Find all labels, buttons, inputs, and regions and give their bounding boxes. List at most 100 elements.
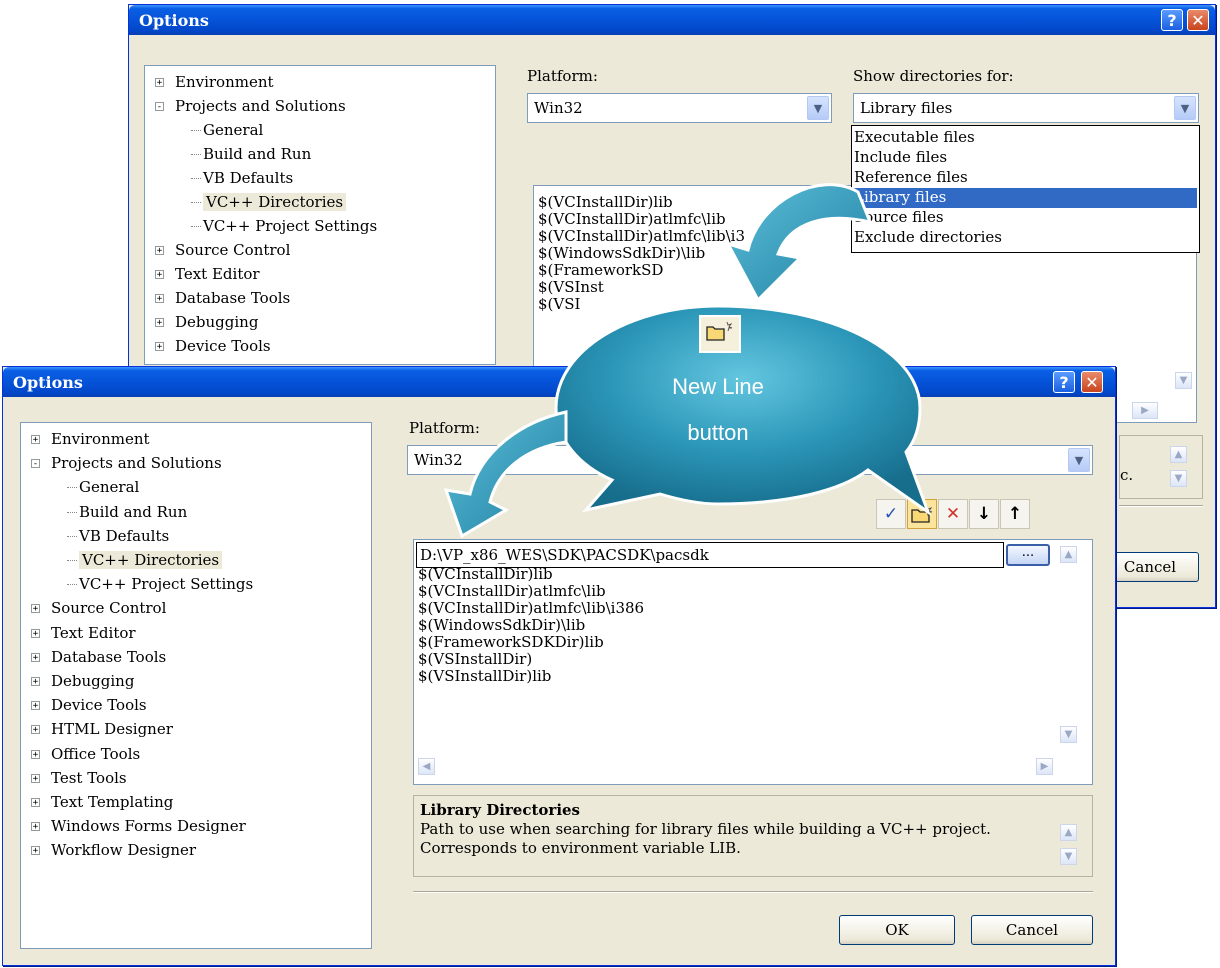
back-desc-scroll-up[interactable]: ▲ [1170,446,1187,463]
tree-item[interactable]: + Source Control [31,598,166,618]
ok-button[interactable]: OK [839,915,955,945]
dropdown-option[interactable]: Include files [854,148,1197,168]
expand-icon[interactable]: + [155,342,164,352]
tree-item[interactable]: VB Defaults [191,168,293,188]
dropdown-option[interactable]: Executable files [854,128,1197,148]
back-category-tree[interactable]: + Environment - Projects and Solutions Gener… [144,65,496,365]
directory-entry[interactable]: $(WindowsSdkDir)\lib [418,617,585,634]
tree-item[interactable]: VB Defaults [67,526,169,546]
tree-item[interactable]: + Debugging [31,671,134,691]
check-icon[interactable]: ✓ [876,499,906,529]
front-list-scroll-up[interactable]: ▲ [1060,546,1077,563]
expand-icon[interactable]: + [31,846,40,856]
front-directory-list[interactable]: D:\VP_x86_WES\SDK\PACSDK\pacsdk ... ▲ ▼ … [413,539,1093,785]
expand-icon[interactable]: + [31,701,40,711]
tree-item[interactable]: + Text Templating [31,792,173,812]
directory-entry[interactable]: $(VCInstallDir)atlmfc\lib [418,583,606,600]
tree-item[interactable]: + HTML Designer [31,719,173,739]
tree-item[interactable]: + Device Tools [155,336,271,356]
tree-item[interactable]: + Debugging [155,312,258,332]
front-category-tree[interactable]: + Environment - Projects and Solutions Gener… [20,422,372,949]
move-down-icon[interactable]: ↓ [969,499,999,529]
tree-item[interactable]: General [191,120,263,140]
tree-item[interactable]: + Device Tools [31,695,147,715]
tree-item[interactable]: + Text Editor [155,264,260,284]
expand-icon[interactable]: + [31,773,40,783]
new-line-button[interactable] [907,499,937,529]
chevron-down-icon[interactable]: ▼ [1068,448,1090,472]
tree-item[interactable]: + Text Editor [31,623,136,643]
directory-entry[interactable]: $(VCInstallDir)lib [538,194,673,211]
directory-entry[interactable]: $(VSInst [538,279,604,296]
back-close-button[interactable]: ✕ [1187,9,1209,31]
front-list-scroll-down[interactable]: ▼ [1060,726,1077,743]
front-platform-select[interactable]: Win32 ▼ [407,445,1093,475]
tree-item[interactable]: + Office Tools [31,744,140,764]
expand-icon[interactable]: + [31,798,40,808]
expand-icon[interactable]: + [155,318,164,328]
expand-icon[interactable]: + [31,822,40,832]
dropdown-option[interactable]: Library files [854,188,1197,208]
back-help-button[interactable]: ? [1161,9,1183,31]
desc-scroll-down[interactable]: ▼ [1060,848,1077,865]
expand-icon[interactable]: + [155,246,164,256]
tree-item[interactable]: VC++ Project Settings [67,574,253,594]
tree-item[interactable]: - Projects and Solutions [155,96,346,116]
expand-icon[interactable]: + [31,604,40,614]
expand-icon[interactable]: + [31,435,40,445]
tree-item[interactable]: + Source Control [155,240,290,260]
expand-icon[interactable]: + [31,652,40,662]
front-list-scroll-left[interactable]: ◀ [418,758,435,775]
tree-item[interactable]: Build and Run [191,144,311,164]
directory-entry[interactable]: $(VSI [538,296,580,313]
tree-item[interactable]: - Projects and Solutions [31,453,222,473]
back-platform-select[interactable]: Win32 ▼ [527,93,832,123]
browse-button[interactable]: ... [1006,544,1050,566]
expand-icon[interactable]: + [155,78,164,88]
directory-entry[interactable]: $(VCInstallDir)atlmfc\lib\i3 [538,228,745,245]
tree-item[interactable]: + Environment [31,429,150,449]
front-close-button[interactable]: ✕ [1081,371,1103,393]
back-desc-scroll-down[interactable]: ▼ [1170,470,1187,487]
directory-entry[interactable]: $(VCInstallDir)lib [418,566,553,583]
back-show-dirs-dropdown[interactable]: Executable files Include files Reference f… [851,125,1200,253]
expand-icon[interactable]: + [31,725,40,735]
directory-entry[interactable]: $(VSInstallDir) [418,651,532,668]
back-show-dirs-select[interactable]: Library files ▼ [853,93,1199,123]
tree-item[interactable]: + Database Tools [155,288,290,308]
delete-icon[interactable]: ✕ [938,499,968,529]
dropdown-option[interactable]: Reference files [854,168,1197,188]
directory-entry[interactable]: $(VCInstallDir)atlmfc\lib [538,211,726,228]
desc-scroll-up[interactable]: ▲ [1060,824,1077,841]
tree-item[interactable]: VC++ Project Settings [191,216,377,236]
cancel-button[interactable]: Cancel [971,915,1093,945]
collapse-icon[interactable]: - [31,459,40,469]
tree-item[interactable]: General [67,477,139,497]
expand-icon[interactable]: + [155,270,164,280]
collapse-icon[interactable]: - [155,102,164,112]
tree-item[interactable]: + Windows Forms Designer [31,816,246,836]
tree-item[interactable]: + Workflow Designer [31,840,196,860]
expand-icon[interactable]: + [31,628,40,638]
tree-item[interactable]: + Environment [155,72,274,92]
dropdown-option[interactable]: Exclude directories [854,228,1197,248]
tree-item[interactable]: VC++ Directories [67,550,223,570]
tree-item[interactable]: + Test Tools [31,768,127,788]
expand-icon[interactable]: + [155,294,164,304]
expand-icon[interactable]: + [31,677,40,687]
tree-item[interactable]: + Database Tools [31,647,166,667]
directory-entry[interactable]: $(WindowsSdkDir)\lib [538,245,705,262]
directory-entry[interactable]: $(FrameworkSDKDir)lib [418,634,604,651]
chevron-down-icon[interactable]: ▼ [1174,96,1196,120]
directory-entry[interactable]: $(VCInstallDir)atlmfc\lib\i386 [418,600,644,617]
directory-entry[interactable]: $(VSInstallDir)lib [418,668,551,685]
tree-item[interactable]: VC++ Directories [191,192,347,212]
dropdown-option[interactable]: Source files [854,208,1197,228]
back-list-scroll-right[interactable]: ▶ [1132,402,1158,419]
front-list-scroll-right[interactable]: ▶ [1036,758,1053,775]
move-up-icon[interactable]: ↑ [1000,499,1030,529]
expand-icon[interactable]: + [31,749,40,759]
chevron-down-icon[interactable]: ▼ [807,96,829,120]
front-help-button[interactable]: ? [1053,371,1075,393]
directory-entry[interactable]: $(FrameworkSD [538,262,663,279]
